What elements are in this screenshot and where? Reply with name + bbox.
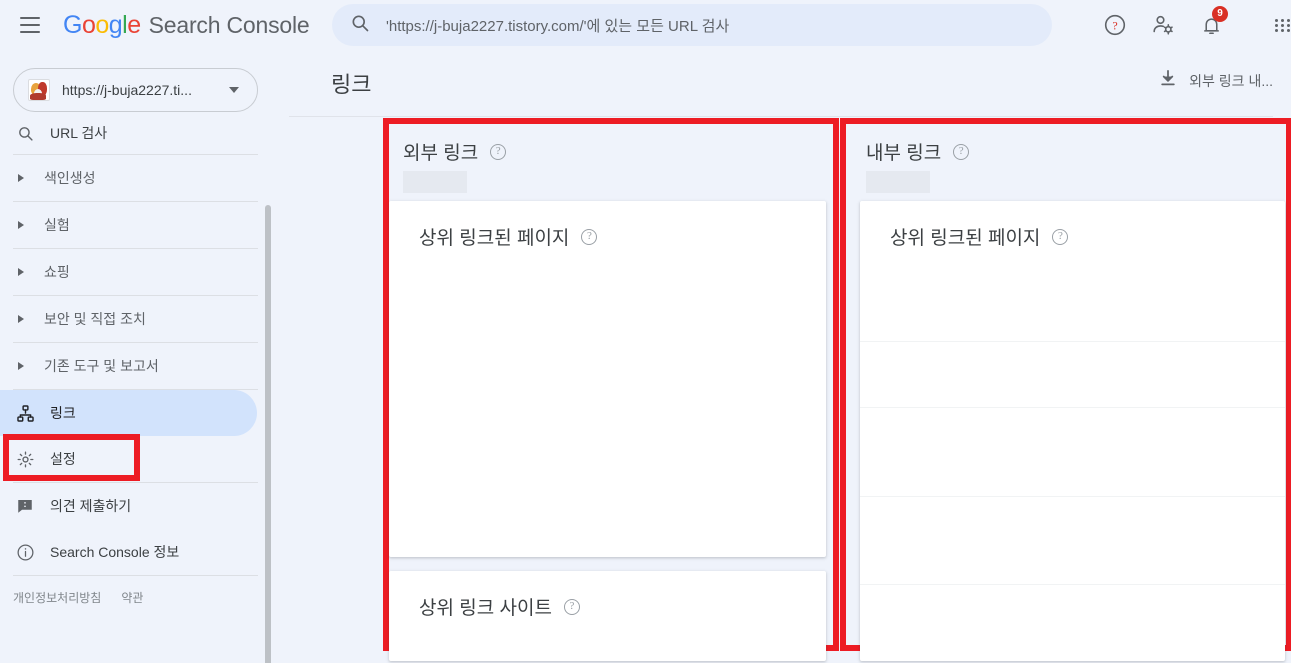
sidebar-group-label: 보안 및 직접 조치	[44, 311, 146, 327]
divider	[13, 575, 258, 576]
table-row	[860, 341, 1285, 342]
page-title: 링크	[331, 72, 372, 97]
sidebar-group-indexing[interactable]: 색인생성	[0, 155, 271, 201]
help-circle-icon[interactable]: ?	[563, 598, 580, 615]
help-circle-icon[interactable]: ?	[953, 143, 970, 160]
search-icon	[0, 125, 50, 142]
search-placeholder: 'https://j-buja2227.tistory.com/'에 있는 모든…	[386, 17, 730, 35]
internal-links-section: 내부 링크 ? 상위 링크된 페이지 ?	[840, 118, 1291, 663]
sidebar-group-label: 기존 도구 및 보고서	[44, 358, 159, 374]
svg-text:?: ?	[1112, 18, 1117, 32]
sidebar-footer: 개인정보처리방침 약관	[0, 589, 271, 606]
internal-top-linked-pages-card: 상위 링크된 페이지 ?	[860, 201, 1285, 661]
loading-skeleton	[403, 171, 467, 193]
sidebar-item-settings[interactable]: 설정	[0, 436, 271, 482]
sidebar-group-label: 실험	[44, 217, 70, 233]
triangle-right-icon	[18, 268, 24, 276]
sidebar-item-label: 설정	[50, 451, 76, 467]
external-links-section: 외부 링크 ? 상위 링크된 페이지 ? 상위 링크 사이트 ?	[383, 118, 839, 663]
search-icon	[350, 13, 370, 38]
help-circle-icon[interactable]: ?	[1052, 228, 1069, 245]
sidebar-item-url-inspection[interactable]: URL 검사	[0, 112, 271, 154]
sidebar-item-label: URL 검사	[50, 125, 108, 141]
brand-logo[interactable]: Google Search Console	[63, 11, 310, 40]
sidebar-item-feedback[interactable]: 의견 제출하기	[0, 483, 271, 529]
table-row	[860, 496, 1285, 497]
triangle-right-icon	[18, 221, 24, 229]
sidebar: https://j-buja2227.ti... URL 검사 색인생성 실험 …	[0, 50, 271, 663]
info-circle-icon	[0, 543, 50, 562]
table-row	[860, 407, 1285, 408]
sidebar-item-label: 의견 제출하기	[50, 498, 132, 514]
notification-badge: 9	[1212, 6, 1228, 22]
triangle-right-icon	[18, 362, 24, 370]
internal-links-heading: 내부 링크	[866, 143, 942, 164]
table-row	[860, 584, 1285, 585]
top-app-bar: Google Search Console 'https://j-buja222…	[0, 0, 1291, 50]
sidebar-group-label: 색인생성	[44, 170, 96, 186]
export-external-links-button[interactable]: 외부 링크 내...	[1158, 68, 1273, 93]
help-circle-icon[interactable]: ?	[581, 228, 598, 245]
privacy-policy-link[interactable]: 개인정보처리방침	[13, 589, 101, 606]
account-settings-icon[interactable]	[1142, 4, 1184, 46]
terms-link[interactable]: 약관	[121, 589, 143, 606]
feedback-icon	[0, 497, 50, 515]
card-title: 상위 링크된 페이지	[890, 228, 1041, 249]
property-selector[interactable]: https://j-buja2227.ti...	[13, 68, 258, 112]
sitemap-links-icon	[0, 404, 50, 423]
export-button-label: 외부 링크 내...	[1189, 72, 1273, 89]
loading-skeleton	[866, 171, 930, 193]
page-header: 링크 외부 링크 내...	[289, 50, 1273, 117]
external-links-header: 외부 링크 ?	[389, 124, 832, 193]
gear-icon	[0, 450, 50, 469]
card-title: 상위 링크된 페이지	[419, 228, 570, 249]
apps-grid-icon[interactable]	[1262, 4, 1291, 46]
links-columns: 외부 링크 ? 상위 링크된 페이지 ? 상위 링크 사이트 ? 내부 링크 ?…	[271, 118, 1291, 663]
help-circle-icon[interactable]: ?	[490, 143, 507, 160]
product-name: Search Console	[148, 11, 310, 38]
card-title: 상위 링크 사이트	[419, 598, 552, 619]
sidebar-item-links[interactable]: 링크	[0, 390, 257, 436]
sidebar-item-label: 링크	[50, 405, 76, 421]
triangle-right-icon	[18, 174, 24, 182]
internal-links-header: 내부 링크 ?	[846, 124, 1285, 193]
sidebar-item-label: Search Console 정보	[50, 544, 180, 560]
download-icon	[1158, 68, 1178, 93]
sidebar-group-experiments[interactable]: 실험	[0, 202, 271, 248]
main-content: 링크 외부 링크 내... 외부 링크 ? 상위 링크된 페이지 ? 상위 링크…	[271, 50, 1291, 663]
top-linking-sites-card: 상위 링크 사이트 ?	[389, 571, 826, 661]
hamburger-menu-icon[interactable]	[6, 1, 54, 49]
top-linked-pages-card: 상위 링크된 페이지 ?	[389, 201, 826, 557]
triangle-right-icon	[18, 315, 24, 323]
help-circle-icon[interactable]: ?	[1094, 4, 1136, 46]
sidebar-group-shopping[interactable]: 쇼핑	[0, 249, 271, 295]
sidebar-group-security[interactable]: 보안 및 직접 조치	[0, 296, 271, 342]
chevron-down-icon[interactable]	[229, 87, 239, 93]
property-label: https://j-buja2227.ti...	[62, 82, 192, 98]
sidebar-item-about[interactable]: Search Console 정보	[0, 529, 271, 575]
sidebar-group-legacy-tools[interactable]: 기존 도구 및 보고서	[0, 343, 271, 389]
external-links-heading: 외부 링크	[403, 143, 479, 164]
site-favicon	[28, 79, 50, 101]
sidebar-group-label: 쇼핑	[44, 264, 70, 280]
bell-icon[interactable]: 9	[1190, 4, 1232, 46]
search-input[interactable]: 'https://j-buja2227.tistory.com/'에 있는 모든…	[332, 4, 1052, 46]
google-wordmark: Google	[63, 10, 141, 39]
